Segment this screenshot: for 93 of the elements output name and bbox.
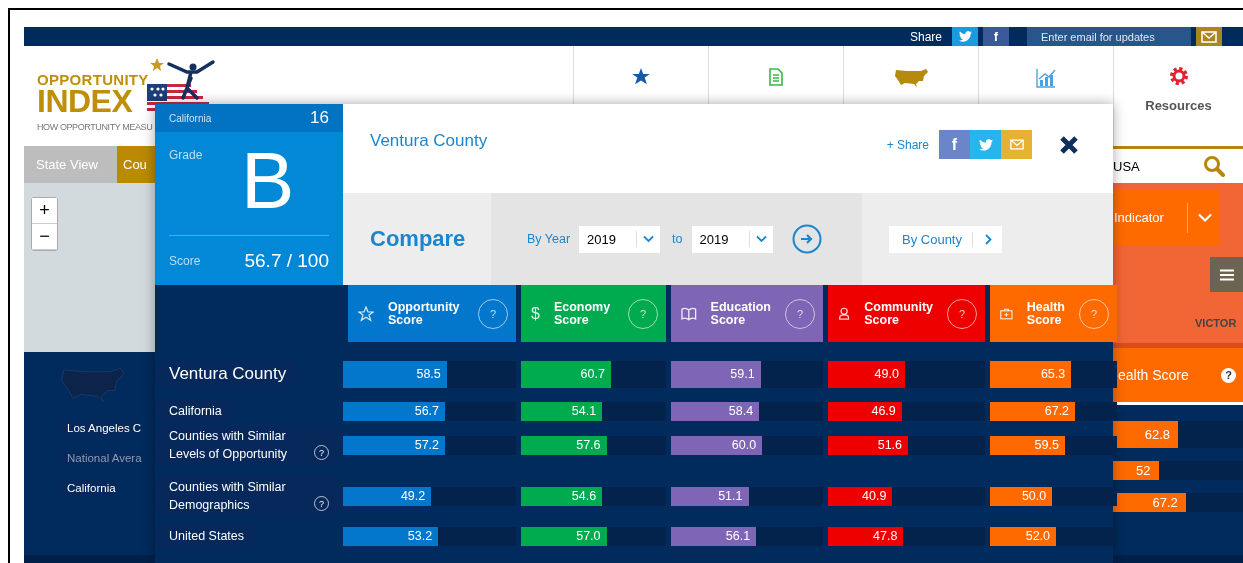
help-icon[interactable]: ? xyxy=(1221,367,1236,383)
row-title: Counties with Similar Levels of Opportunity xyxy=(169,428,289,463)
score-bar: 57.0 xyxy=(521,526,607,546)
score-bar: 53.2 xyxy=(343,526,439,546)
place-item[interactable]: National Avera xyxy=(58,451,142,465)
chevron-down-icon xyxy=(636,231,655,247)
score-bar: 58.4 xyxy=(671,401,760,421)
score-bar: 49.2 xyxy=(343,486,432,506)
score-bar: 50.0 xyxy=(990,486,1053,506)
score-bar: 60.7 xyxy=(521,360,611,388)
map-region-label: VICTOR xyxy=(1195,317,1237,329)
score-bar: 40.9 xyxy=(828,486,893,506)
score-bar: 57.2 xyxy=(343,435,446,455)
score-bar: 60.0 xyxy=(671,435,763,455)
score-bar: 51.1 xyxy=(671,486,749,506)
share-label: Share xyxy=(909,29,942,44)
bird-icon xyxy=(958,31,972,42)
facebook-button[interactable]: f xyxy=(939,130,970,159)
facebook-button[interactable]: f xyxy=(983,27,1009,46)
column-title: Economy Score xyxy=(553,300,612,327)
email-field[interactable]: Enter email for updates xyxy=(1027,27,1191,46)
document-icon xyxy=(769,68,783,86)
column-title: Opportunity Score xyxy=(388,300,461,327)
score-bar: 56.1 xyxy=(671,526,757,546)
arrow-circle-icon[interactable] xyxy=(791,224,822,254)
score-bar: 67.2 xyxy=(1113,493,1186,512)
year-select[interactable]: 2019 xyxy=(579,225,661,253)
score-bar: 62.8 xyxy=(1113,421,1178,448)
us-map-icon xyxy=(893,68,929,88)
close-icon[interactable] xyxy=(1059,134,1079,155)
by-year-label: By Year xyxy=(527,232,571,246)
twitter-button[interactable] xyxy=(970,130,1001,159)
chevron-down-icon xyxy=(748,231,767,247)
score-bar: 56.7 xyxy=(343,401,446,421)
score-title: ealth Score xyxy=(1118,367,1189,383)
score-bar: 59.1 xyxy=(671,360,761,388)
score-value: 56.7 / 100 xyxy=(244,249,329,272)
by-county-button[interactable]: By County xyxy=(889,225,1002,253)
logo-wordmark: OPPORTUNITY xyxy=(37,72,149,87)
score-bar: 52.0 xyxy=(990,526,1057,546)
grade-letter: B xyxy=(241,136,295,226)
logo-tagline: HOW OPPORTUNITY MEASU xyxy=(37,122,153,132)
score-bar: 47.8 xyxy=(828,526,904,546)
envelope-icon xyxy=(1201,30,1217,43)
column-title: Health Score xyxy=(1026,300,1065,327)
book-icon xyxy=(681,306,697,321)
score-bar: 52 xyxy=(1113,461,1159,480)
place-item[interactable]: California xyxy=(58,481,116,495)
column-title: Education Score xyxy=(710,300,771,327)
dollar-icon: $ xyxy=(531,304,540,323)
row-title: California xyxy=(169,403,222,420)
county-title: Ventura County xyxy=(370,131,488,151)
to-label: to xyxy=(672,232,683,246)
star-outline-icon xyxy=(358,305,374,322)
bird-icon xyxy=(978,138,993,151)
person-icon xyxy=(838,306,851,321)
rank-number: 16 xyxy=(310,108,329,128)
row-title: Ventura County xyxy=(169,363,287,385)
place-item[interactable]: Los Angeles C xyxy=(58,421,142,435)
search-icon xyxy=(1203,155,1225,177)
score-bar: 59.5 xyxy=(990,435,1065,455)
menu-button[interactable] xyxy=(1210,257,1243,292)
score-bar: 46.9 xyxy=(828,401,902,421)
email-submit-button[interactable] xyxy=(1196,27,1222,46)
medkit-icon xyxy=(1000,306,1013,321)
zoom-in-button[interactable]: + xyxy=(32,198,57,224)
row-title: United States xyxy=(169,528,245,545)
score-label: Score xyxy=(169,253,201,268)
gear-icon xyxy=(1168,66,1189,86)
score-bar: 51.6 xyxy=(828,435,909,455)
score-bar: 57.6 xyxy=(521,435,607,455)
logo-wordmark: INDEX xyxy=(37,87,133,116)
grade-label: Grade xyxy=(169,148,203,162)
score-bar: 54.6 xyxy=(521,486,603,506)
column-title: Community Score xyxy=(864,300,933,327)
chevron-right-icon xyxy=(985,233,992,245)
share-link[interactable]: + Share xyxy=(886,137,929,152)
score-bar: 49.0 xyxy=(828,360,905,388)
score-bar: 54.1 xyxy=(521,401,603,421)
row-title: Counties with Similar Demographics xyxy=(169,479,287,514)
state-label: California xyxy=(169,112,212,124)
star-icon xyxy=(632,68,650,85)
score-bar: 65.3 xyxy=(990,360,1072,388)
twitter-button[interactable] xyxy=(952,27,978,46)
envelope-icon xyxy=(1009,139,1024,150)
menu-icon xyxy=(1219,268,1234,281)
year-select[interactable]: 2019 xyxy=(691,225,773,253)
score-bar: 58.5 xyxy=(343,360,447,388)
chevron-down-icon xyxy=(1187,202,1212,233)
chart-icon xyxy=(1036,68,1056,88)
score-bar: 67.2 xyxy=(990,401,1076,421)
compare-title: Compare xyxy=(370,226,466,252)
email-button[interactable] xyxy=(1001,130,1032,159)
